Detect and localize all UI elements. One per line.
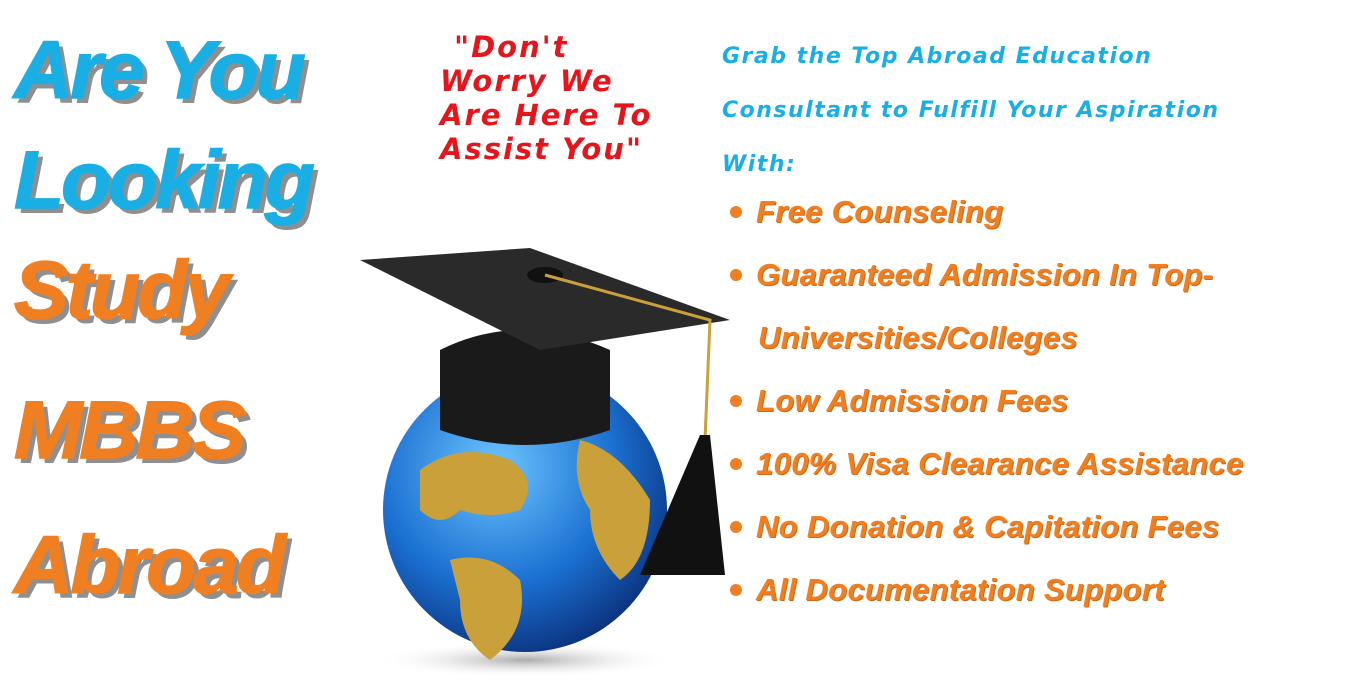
- benefits-list: Free Counseling Guaranteed Admission In …: [730, 180, 1244, 621]
- headline-line-1: Are You: [13, 25, 306, 116]
- cap-icon: [440, 330, 610, 445]
- intro-line: Grab the Top Abroad Education: [722, 44, 1153, 69]
- headline-line-3: Study: [13, 245, 230, 336]
- cap-board: [360, 248, 730, 350]
- headline-line-2: Looking: [13, 135, 315, 226]
- reassurance-quote: "Don't Worry We Are Here To Assist You": [440, 20, 652, 176]
- headline-line-5: Abroad: [13, 520, 287, 611]
- benefit-item-continued: Universities/Colleges: [730, 306, 1244, 369]
- globe-graduation-cap-illustration: [360, 248, 730, 678]
- headline-line-4: MBBS: [13, 385, 247, 476]
- benefit-item: All Documentation Support: [730, 558, 1244, 621]
- benefit-item: Low Admission Fees: [730, 369, 1244, 432]
- benefit-item: No Donation & Capitation Fees: [730, 495, 1244, 558]
- benefit-text: Free Counseling: [756, 194, 1004, 229]
- benefit-item: 100% Visa Clearance Assistance: [730, 432, 1244, 495]
- intro-line: Consultant to Fulfill Your Aspiration: [722, 98, 1220, 123]
- benefit-text: Guaranteed Admission In Top-: [756, 257, 1214, 292]
- benefit-item: Free Counseling: [730, 180, 1244, 243]
- benefit-text: 100% Visa Clearance Assistance: [756, 446, 1244, 481]
- benefit-text: All Documentation Support: [756, 572, 1165, 607]
- intro-text: Grab the Top Abroad Education Consultant…: [722, 30, 1350, 192]
- bullet-icon: [730, 206, 742, 218]
- benefit-item: Guaranteed Admission In Top-: [730, 243, 1244, 306]
- benefit-text: Universities/Colleges: [758, 320, 1078, 355]
- continent: [420, 452, 528, 520]
- benefit-text: Low Admission Fees: [756, 383, 1069, 418]
- quote-line: Assist You": [440, 132, 644, 166]
- benefit-text: No Donation & Capitation Fees: [756, 509, 1220, 544]
